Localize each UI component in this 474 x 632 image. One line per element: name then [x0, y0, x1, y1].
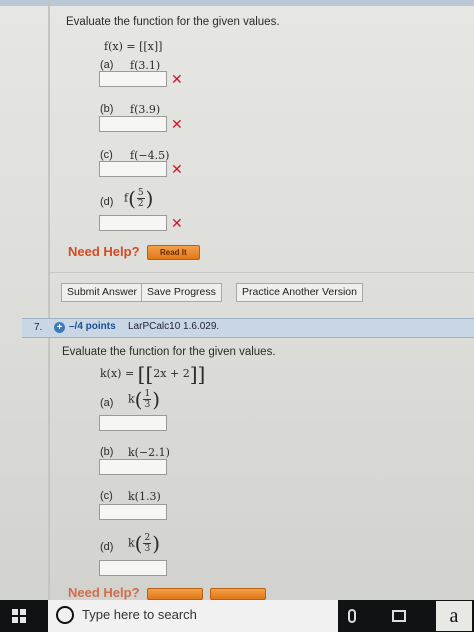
part-c-expression: k(1.3) — [128, 490, 161, 503]
part-a-denominator: 3 — [144, 400, 151, 410]
windows-start-icon[interactable] — [12, 609, 26, 623]
part-a-function-name: k — [128, 392, 135, 406]
question-points: –/4 points — [69, 321, 116, 332]
function-definition: f(x) = [[x]] — [104, 40, 163, 53]
part-a-label: (a) — [100, 59, 114, 71]
part-a-fraction: 13 — [143, 389, 152, 410]
expand-plus-icon[interactable]: + — [54, 322, 65, 333]
part-a-answer-input[interactable] — [99, 71, 167, 87]
part-d-denominator: 2 — [137, 199, 144, 209]
part-d-numerator: 2 — [143, 533, 152, 544]
task-view-icon[interactable] — [392, 610, 406, 622]
part-c-answer-input[interactable] — [99, 504, 167, 520]
question-prompt: Evaluate the function for the given valu… — [66, 16, 280, 28]
part-b-expression: f(3.9) — [130, 103, 161, 116]
taskbar-app-a[interactable]: a — [436, 601, 472, 631]
part-a-numerator: 1 — [143, 389, 152, 400]
need-help-label: Need Help? — [68, 585, 140, 600]
part-d-denominator: 3 — [144, 544, 151, 554]
part-b-incorrect-icon: ✕ — [171, 117, 183, 133]
taskbar-search-placeholder[interactable]: Type here to search — [82, 607, 197, 622]
part-d-expression: k(2 3) — [128, 531, 161, 556]
part-a-label: (a) — [100, 397, 114, 409]
question-prompt: Evaluate the function for the given valu… — [62, 346, 276, 358]
part-c-label: (c) — [100, 149, 113, 161]
function-lhs: k(x) = — [100, 367, 135, 380]
cortana-circle-icon[interactable] — [56, 606, 74, 624]
part-c-incorrect-icon: ✕ — [171, 162, 183, 178]
part-d-function-name: k — [128, 536, 135, 550]
function-inner: 2x + 2 — [153, 367, 190, 380]
need-help-label: Need Help? — [68, 244, 140, 259]
read-it-button[interactable]: Read It — [147, 245, 200, 260]
part-b-answer-input[interactable] — [99, 459, 167, 475]
save-progress-button[interactable]: Save Progress — [141, 283, 222, 302]
part-b-answer-input[interactable] — [99, 116, 167, 132]
question-source: LarPCalc10 1.6.029. — [128, 321, 220, 332]
part-b-label: (b) — [100, 446, 114, 458]
read-it-button[interactable] — [147, 588, 203, 600]
practice-another-version-button[interactable]: Practice Another Version — [236, 283, 363, 302]
part-d-fraction: 23 — [143, 533, 152, 554]
divider — [50, 272, 474, 273]
part-a-incorrect-icon: ✕ — [171, 72, 183, 88]
microphone-icon[interactable] — [348, 609, 356, 623]
part-d-expression: f(5 2) — [124, 186, 154, 211]
part-d-label: (d) — [100, 541, 114, 553]
part-b-label: (b) — [100, 103, 114, 115]
watch-it-button[interactable] — [210, 588, 266, 600]
top-bar — [0, 0, 474, 6]
question-number: 7. — [34, 322, 43, 333]
function-definition: k(x) = [[2x + 2]] — [100, 362, 206, 386]
part-d-numerator: 5 — [136, 188, 145, 199]
part-c-label: (c) — [100, 490, 113, 502]
part-a-expression: k(1 3) — [128, 387, 161, 412]
part-c-answer-input[interactable] — [99, 161, 167, 177]
part-d-answer-input[interactable] — [99, 560, 167, 576]
part-d-incorrect-icon: ✕ — [171, 216, 183, 232]
part-d-answer-input[interactable] — [99, 215, 167, 231]
part-a-answer-input[interactable] — [99, 415, 167, 431]
left-margin-rule — [48, 0, 50, 600]
part-d-fraction: 52 — [136, 188, 145, 209]
submit-answer-button[interactable]: Submit Answer — [61, 283, 144, 302]
part-d-label: (d) — [100, 196, 114, 208]
part-b-expression: k(−2.1) — [128, 446, 170, 459]
